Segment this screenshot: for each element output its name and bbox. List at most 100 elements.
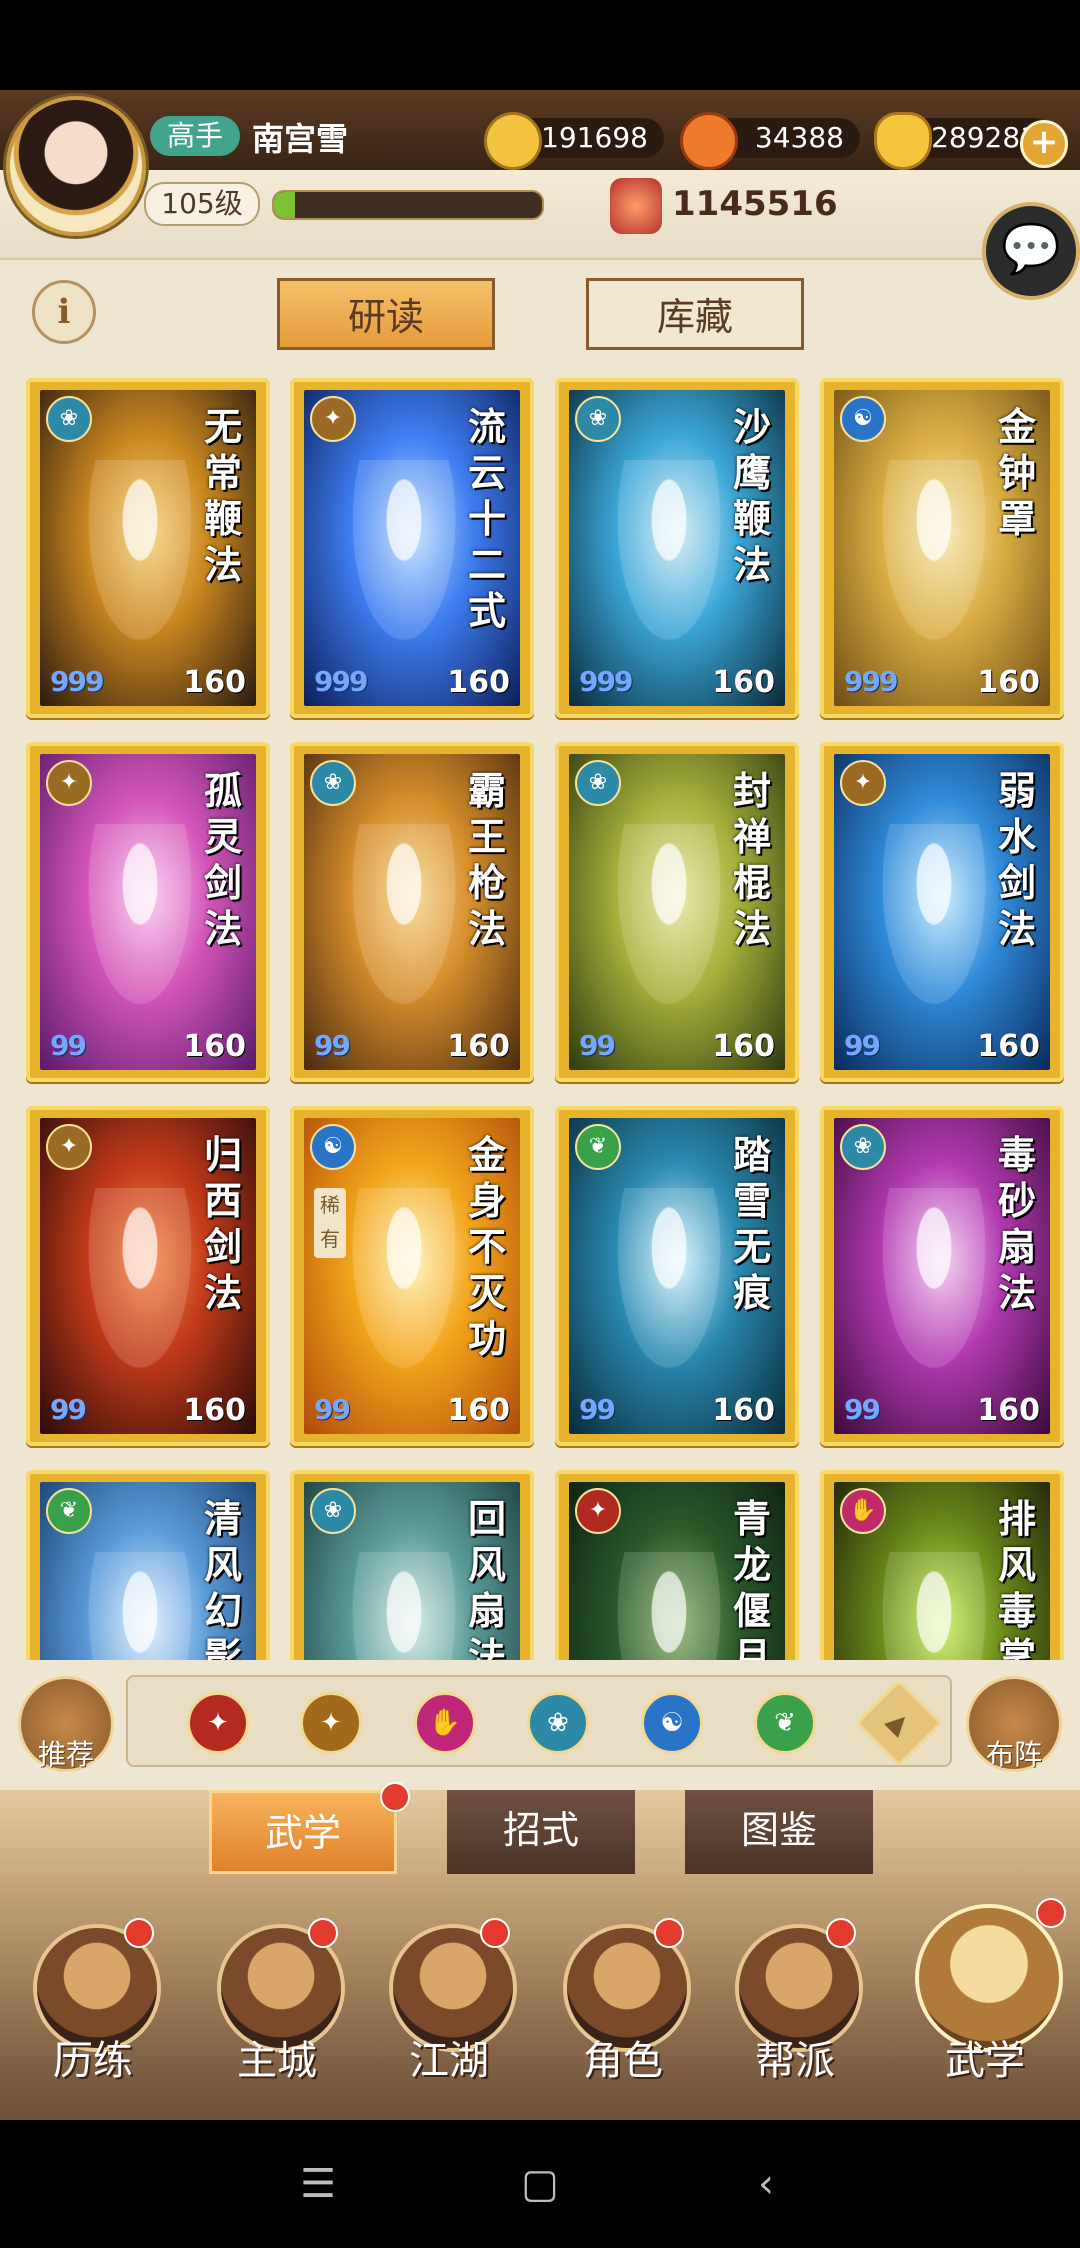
recommend-button[interactable]: 推荐: [18, 1676, 114, 1772]
power-value: 1145516: [672, 184, 838, 224]
feather-icon[interactable]: ❀: [527, 1692, 589, 1754]
app-screen: 高手 南宫雪 191698 34388 289281 + 105级 114551…: [0, 90, 1080, 2120]
skill-card[interactable]: ❀ 霸王枪法 99 160: [290, 742, 534, 1082]
card-level: 160: [712, 1029, 775, 1064]
power-icon: [610, 178, 662, 234]
card-name: 封禅棍法: [732, 768, 771, 951]
character-figure: [80, 824, 200, 1024]
card-name: 归西剑法: [203, 1132, 242, 1315]
sword-icon: ✦: [46, 760, 92, 806]
card-level: 160: [447, 1393, 510, 1428]
subtab-codex[interactable]: 图鉴: [685, 1790, 873, 1874]
xp-bar: [272, 190, 544, 220]
card-art: ❦ 清风幻影: [40, 1482, 256, 1688]
skill-card-grid: ❀ 无常鞭法 999 160 ✦ 流云十二式 999 160 ❀ 沙鹰鞭法 999 160 ☯ 金钟罩 99…: [0, 378, 1080, 1688]
nav-label: 主城: [237, 2038, 317, 2084]
menu-icon[interactable]: ☰: [288, 2160, 348, 2208]
nav-training[interactable]: 历练: [28, 1918, 161, 2084]
character-figure: [344, 824, 464, 1024]
star-drops: 999: [314, 665, 368, 698]
chat-button[interactable]: 💬: [982, 202, 1080, 300]
skill-card[interactable]: ❀ 毒砂扇法 99 160: [820, 1106, 1064, 1446]
coin-counter: 191698: [484, 112, 664, 170]
tab-collection[interactable]: 库藏: [586, 278, 804, 350]
feather-icon: ❀: [575, 760, 621, 806]
star-drops: 99: [579, 1393, 616, 1426]
character-figure: [344, 460, 464, 660]
fist-icon[interactable]: ✋: [414, 1692, 476, 1754]
add-currency-button[interactable]: +: [1020, 120, 1068, 168]
card-level: 160: [977, 1393, 1040, 1428]
card-name: 踏雪无痕: [732, 1132, 771, 1315]
card-name: 毒砂扇法: [997, 1132, 1036, 1315]
character-figure: [874, 460, 994, 660]
notification-dot: [308, 1918, 338, 1948]
skill-card[interactable]: ❀ 回风扇法: [290, 1470, 534, 1688]
tab-study[interactable]: 研读: [277, 278, 495, 350]
skill-card[interactable]: ❀ 沙鹰鞭法 999 160: [555, 378, 799, 718]
subtab-moves[interactable]: 招式: [447, 1790, 635, 1874]
card-level: 160: [447, 1029, 510, 1064]
star-drops: 99: [314, 1029, 351, 1062]
formation-label: 布阵: [985, 1738, 1042, 1771]
skill-card[interactable]: ☯ 金身不灭功 稀有 99 160: [290, 1106, 534, 1446]
nav-character[interactable]: 角色: [558, 1918, 691, 2084]
card-art: ❦ 踏雪无痕 99 160: [569, 1118, 785, 1434]
skill-card[interactable]: ❦ 清风幻影: [26, 1470, 270, 1688]
sword-red-icon[interactable]: ✦: [187, 1692, 249, 1754]
info-button[interactable]: i: [32, 280, 96, 344]
skill-card[interactable]: ✋ 排风毒掌: [820, 1470, 1064, 1688]
nav-label: 历练: [53, 2038, 133, 2084]
nav-label: 帮派: [755, 2038, 835, 2084]
sword-icon: ✦: [575, 1488, 621, 1534]
rare-tag: 稀有: [314, 1188, 346, 1258]
feather-icon: ❀: [840, 1124, 886, 1170]
skill-card[interactable]: ✦ 归西剑法 99 160: [26, 1106, 270, 1446]
subtab-martial-arts[interactable]: 武学: [209, 1790, 397, 1874]
feather-icon: ❀: [310, 1488, 356, 1534]
rank-badge: 高手: [150, 116, 240, 156]
skill-card[interactable]: ❦ 踏雪无痕 99 160: [555, 1106, 799, 1446]
star-drops: 99: [50, 1393, 87, 1426]
notification-dot: [480, 1918, 510, 1948]
skill-card[interactable]: ☯ 金钟罩 999 160: [820, 378, 1064, 718]
card-level: 160: [183, 665, 246, 700]
character-figure: [80, 460, 200, 660]
nav-label: 江湖: [409, 2038, 489, 2084]
skill-card[interactable]: ❀ 无常鞭法 999 160: [26, 378, 270, 718]
status-bar: [0, 0, 1080, 90]
sword-gold-icon[interactable]: ✦: [300, 1692, 362, 1754]
leaf-counter: 34388: [680, 112, 860, 170]
nav-jianghu[interactable]: 江湖: [384, 1918, 517, 2084]
player-avatar[interactable]: [6, 96, 146, 236]
skill-card[interactable]: ✦ 弱水剑法 99 160: [820, 742, 1064, 1082]
skill-card[interactable]: ✦ 孤灵剑法 99 160: [26, 742, 270, 1082]
card-art: ☯ 金钟罩 999 160: [834, 390, 1050, 706]
card-name: 流云十二式: [467, 404, 506, 633]
xp-fill: [274, 192, 296, 218]
recommend-label: 推荐: [37, 1738, 94, 1771]
skill-card[interactable]: ✦ 青龙偃月: [555, 1470, 799, 1688]
skill-card[interactable]: ✦ 流云十二式 999 160: [290, 378, 534, 718]
card-name: 无常鞭法: [203, 404, 242, 587]
nav-guild[interactable]: 帮派: [730, 1918, 863, 2084]
card-name: 弱水剑法: [997, 768, 1036, 951]
notification-dot: [1036, 1898, 1066, 1928]
skill-card[interactable]: ❀ 封禅棍法 99 160: [555, 742, 799, 1082]
card-name: 金钟罩: [997, 404, 1036, 541]
sword-icon: ✦: [46, 1124, 92, 1170]
level-badge: 105级: [144, 182, 260, 226]
leaf-icon[interactable]: ❦: [754, 1692, 816, 1754]
card-art: ❀ 回风扇法: [304, 1482, 520, 1688]
star-drops: 99: [844, 1393, 881, 1426]
player-name: 南宫雪: [252, 120, 349, 158]
notification-dot: [826, 1918, 856, 1948]
nav-main-city[interactable]: 主城: [212, 1918, 345, 2084]
feather-icon: ❀: [310, 760, 356, 806]
nav-martial-arts[interactable]: 武学: [915, 1898, 1066, 2084]
yin-yang-icon[interactable]: ☯: [641, 1692, 703, 1754]
formation-button[interactable]: 布阵: [966, 1676, 1062, 1772]
home-icon[interactable]: ▢: [510, 2160, 570, 2208]
leaf-icon: ❦: [575, 1124, 621, 1170]
back-icon[interactable]: ‹: [736, 2160, 796, 2208]
